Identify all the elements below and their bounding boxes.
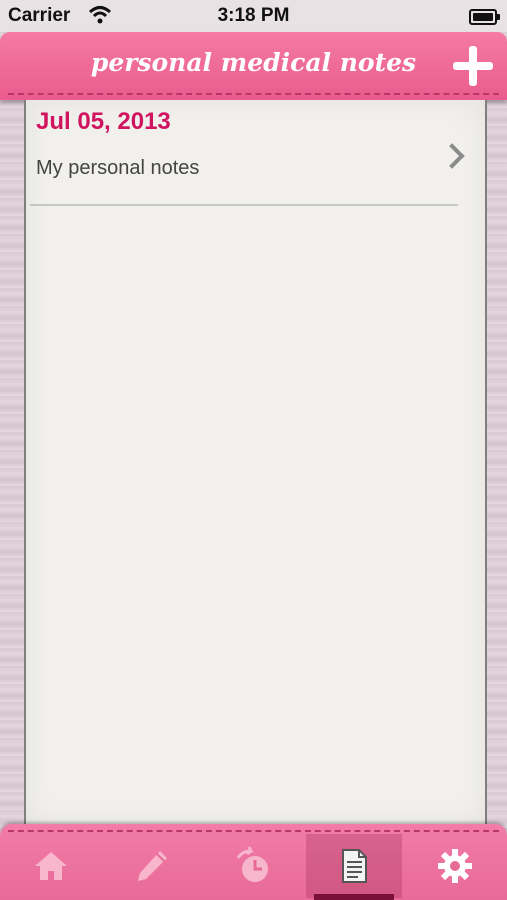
- battery-icon: [469, 9, 500, 25]
- tab-reminders[interactable]: [205, 834, 301, 898]
- tabbar-stitch: [8, 830, 499, 832]
- note-title: My personal notes: [36, 157, 200, 179]
- tab-edit[interactable]: [104, 834, 200, 898]
- status-bar: Carrier 3:18 PM: [0, 0, 507, 32]
- chevron-right-icon: [439, 143, 465, 169]
- app-header: personal medical notes: [0, 32, 507, 100]
- tab-settings[interactable]: [407, 834, 503, 898]
- page-title: personal medical notes: [90, 48, 417, 77]
- notes-list: Jul 05, 2013 My personal notes: [24, 100, 487, 824]
- status-time: 3:18 PM: [217, 5, 290, 26]
- header-stitch: [8, 93, 499, 95]
- pencil-icon: [132, 846, 172, 886]
- tab-bar: [0, 824, 507, 900]
- tab-home[interactable]: [3, 834, 99, 898]
- reminder-clock-icon: [233, 846, 273, 886]
- gear-icon: [435, 846, 475, 886]
- home-icon: [31, 846, 71, 886]
- plus-icon[interactable]: [453, 46, 493, 86]
- list-item[interactable]: My personal notes: [26, 130, 485, 206]
- notes-document-icon: [334, 846, 374, 886]
- tab-notes[interactable]: [306, 834, 402, 900]
- list-divider: [30, 204, 458, 206]
- selected-tab-indicator: [314, 894, 394, 900]
